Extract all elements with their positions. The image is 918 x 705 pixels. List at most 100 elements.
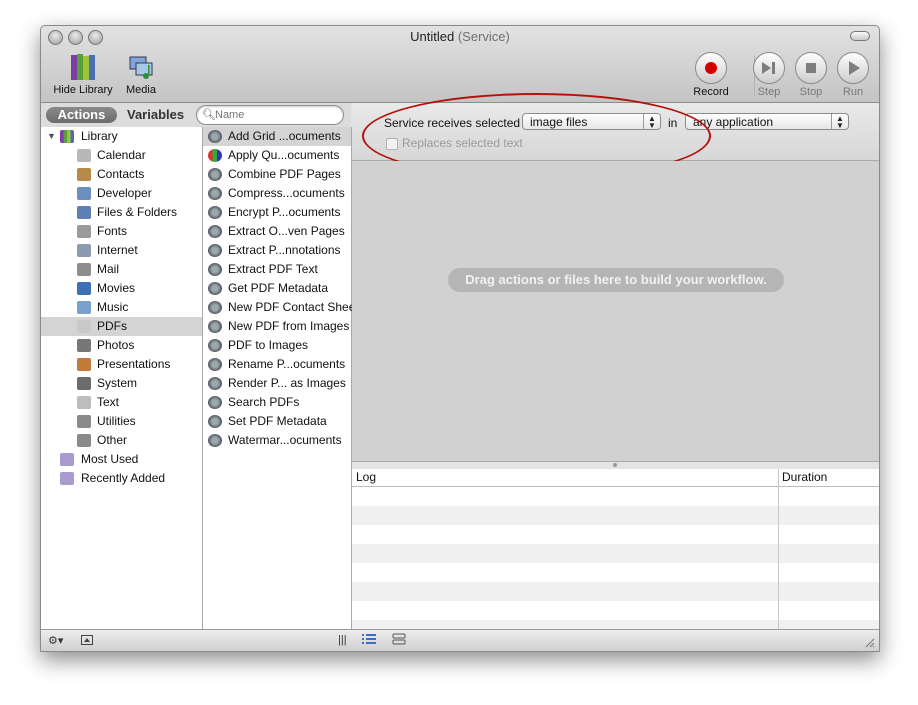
- automator-action-icon: [208, 244, 222, 257]
- action-item[interactable]: Rename P...ocuments: [203, 355, 351, 374]
- resize-grip-icon[interactable]: [865, 638, 875, 651]
- search-icon: 🔍︎: [202, 109, 216, 121]
- sidebar-item-label: Recently Added: [81, 471, 166, 485]
- fonts-icon: [77, 225, 91, 238]
- action-item[interactable]: Compress...ocuments: [203, 184, 351, 203]
- step-button[interactable]: Step: [748, 52, 790, 98]
- sidebar-item-mail[interactable]: Mail: [41, 260, 202, 279]
- library-root[interactable]: ▼ Library: [41, 127, 202, 146]
- action-item[interactable]: New PDF from Images: [203, 317, 351, 336]
- action-item[interactable]: Render P... as Images: [203, 374, 351, 393]
- description-toggle-icon[interactable]: [81, 635, 93, 648]
- stop-button[interactable]: Stop: [790, 52, 832, 98]
- action-item[interactable]: Extract P...nnotations: [203, 241, 351, 260]
- search-input[interactable]: [215, 107, 335, 122]
- action-item[interactable]: Set PDF Metadata: [203, 412, 351, 431]
- action-item-label: Watermar...ocuments: [228, 433, 342, 447]
- action-item[interactable]: Combine PDF Pages: [203, 165, 351, 184]
- sidebar-item-music[interactable]: Music: [41, 298, 202, 317]
- automator-action-icon: [208, 206, 222, 219]
- column-divider[interactable]: [778, 469, 779, 629]
- sidebar-item-label: System: [97, 376, 138, 390]
- media-button[interactable]: Media: [120, 52, 162, 96]
- sidebar-item-label: Photos: [97, 338, 135, 352]
- sidebar-item-calendar[interactable]: Calendar: [41, 146, 202, 165]
- automator-action-icon: [208, 301, 222, 314]
- sidebar-item-label: Text: [97, 395, 120, 409]
- sidebar-item-system[interactable]: System: [41, 374, 202, 393]
- search-field[interactable]: 🔍︎: [196, 105, 344, 125]
- hide-library-button[interactable]: Hide Library: [48, 52, 118, 96]
- workflow-area[interactable]: Drag actions or files here to build your…: [352, 161, 879, 461]
- sidebar-item-utilities[interactable]: Utilities: [41, 412, 202, 431]
- developer-icon: [77, 187, 91, 200]
- sidebar-item-contacts[interactable]: Contacts: [41, 165, 202, 184]
- sidebar-item-most-used[interactable]: Most Used: [41, 450, 202, 469]
- action-item-label: Render P... as Images: [228, 376, 346, 390]
- log-header: Log Duration: [352, 469, 879, 487]
- sidebar-item-text[interactable]: Text: [41, 393, 202, 412]
- run-label: Run: [842, 86, 864, 98]
- action-item-label: Extract O...ven Pages: [228, 224, 345, 238]
- action-item[interactable]: Extract PDF Text: [203, 260, 351, 279]
- photos-icon: [77, 339, 91, 352]
- action-item-label: Apply Qu...ocuments: [228, 148, 340, 162]
- log-column-header[interactable]: Log: [356, 470, 376, 484]
- automator-window: Untitled (Service) Hide Library Media Re…: [40, 25, 880, 652]
- action-item-label: Extract P...nnotations: [228, 243, 341, 257]
- sidebar-item-label: Mail: [97, 262, 120, 276]
- step-label: Step: [757, 86, 781, 98]
- action-item[interactable]: Encrypt P...ocuments: [203, 203, 351, 222]
- gear-icon[interactable]: ⚙▾: [48, 634, 63, 647]
- action-item[interactable]: Apply Qu...ocuments: [203, 146, 351, 165]
- automator-action-icon: [208, 396, 222, 409]
- automator-action-icon: [208, 149, 222, 162]
- automator-action-icon: [208, 282, 222, 295]
- workflow-view-icon[interactable]: [392, 633, 406, 648]
- sidebar-item-movies[interactable]: Movies: [41, 279, 202, 298]
- utilities-icon: [77, 415, 91, 428]
- record-button[interactable]: Record: [690, 52, 732, 98]
- action-item[interactable]: New PDF Contact Sheet: [203, 298, 359, 317]
- automator-action-icon: [208, 377, 222, 390]
- action-item-label: Set PDF Metadata: [228, 414, 327, 428]
- window-title-subtitle: (Service): [457, 29, 510, 44]
- automator-action-icon: [208, 225, 222, 238]
- action-item[interactable]: Add Grid ...ocuments: [203, 127, 351, 146]
- sidebar-item-label: Other: [97, 433, 128, 447]
- sidebar-item-photos[interactable]: Photos: [41, 336, 202, 355]
- sidebar-item-recently-added[interactable]: Recently Added: [41, 469, 202, 488]
- window-title: Untitled (Service): [41, 29, 879, 44]
- duration-column-header[interactable]: Duration: [782, 470, 827, 484]
- action-item[interactable]: PDF to Images: [203, 336, 351, 355]
- sidebar-item-label: Internet: [97, 243, 138, 257]
- sidebar-item-internet[interactable]: Internet: [41, 241, 202, 260]
- sidebar-item-other[interactable]: Other: [41, 431, 202, 450]
- sidebar-item-presentations[interactable]: Presentations: [41, 355, 202, 374]
- toolbar-toggle-button[interactable]: [850, 31, 870, 41]
- action-item[interactable]: Extract O...ven Pages: [203, 222, 351, 241]
- action-item[interactable]: Get PDF Metadata: [203, 279, 351, 298]
- tab-variables[interactable]: Variables: [127, 107, 184, 123]
- automator-action-icon: [208, 434, 222, 447]
- tab-actions[interactable]: Actions: [46, 107, 117, 123]
- stop-label: Stop: [799, 86, 823, 98]
- action-item-label: Extract PDF Text: [228, 262, 318, 276]
- run-button[interactable]: Run: [832, 52, 874, 98]
- action-item-label: Combine PDF Pages: [228, 167, 341, 181]
- disclosure-triangle-icon[interactable]: ▼: [47, 127, 56, 146]
- step-icon: [753, 52, 785, 84]
- application-popup[interactable]: any application ▲ ▼: [685, 113, 849, 130]
- list-view-icon[interactable]: [362, 633, 376, 648]
- sidebar-item-files-folders[interactable]: Files & Folders: [41, 203, 202, 222]
- action-item[interactable]: Watermar...ocuments: [203, 431, 351, 450]
- column-resize-handle-icon[interactable]: |||: [338, 634, 347, 646]
- automator-action-icon: [208, 263, 222, 276]
- mail-icon: [77, 263, 91, 276]
- action-item[interactable]: Search PDFs: [203, 393, 351, 412]
- sidebar-item-fonts[interactable]: Fonts: [41, 222, 202, 241]
- contacts-icon: [77, 168, 91, 181]
- sidebar-item-pdfs[interactable]: PDFs: [41, 317, 202, 336]
- calendar-icon: [77, 149, 91, 162]
- sidebar-item-developer[interactable]: Developer: [41, 184, 202, 203]
